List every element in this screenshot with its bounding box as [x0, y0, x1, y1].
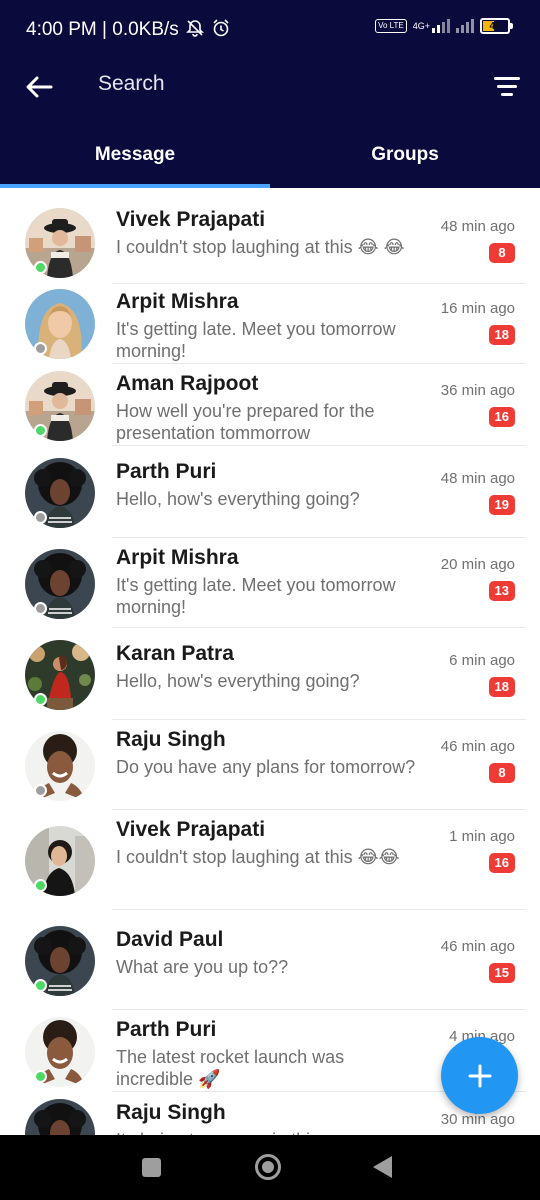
- home-icon[interactable]: [255, 1154, 281, 1180]
- tab-groups[interactable]: Groups: [270, 128, 540, 188]
- unread-badge: 13: [488, 581, 515, 601]
- message-time: 48 min ago: [440, 218, 515, 235]
- tab-message[interactable]: Message: [0, 128, 270, 188]
- conversation-row[interactable]: Arpit Mishra It's getting late. Meet you …: [0, 282, 540, 364]
- contact-name: Arpit Mishra: [116, 290, 239, 313]
- volte-icon: Vo LTE: [375, 19, 407, 33]
- conversation-row[interactable]: David Paul What are you up to?? 46 min ago…: [0, 910, 540, 1010]
- status-time: 4:00 PM | 0.0KB/s: [26, 18, 179, 40]
- contact-name: Vivek Prajapati: [116, 208, 266, 231]
- tab-bar: Message Groups: [0, 128, 540, 188]
- status-bar: 4:00 PM | 0.0KB/s Vo LTE 4G+ 48: [0, 0, 540, 60]
- unread-badge: 15: [488, 963, 515, 983]
- unread-badge: 8: [489, 763, 515, 783]
- contact-name: Parth Puri: [116, 460, 217, 483]
- alarm-clock-icon: [211, 18, 231, 41]
- network-type: 4G+: [412, 21, 430, 31]
- conversation-row[interactable]: Vivek Prajapati I couldn't stop laughing …: [0, 200, 540, 284]
- back-icon[interactable]: [373, 1156, 392, 1178]
- avatar[interactable]: [25, 1099, 95, 1135]
- filter-button[interactable]: [490, 72, 520, 102]
- new-chat-button[interactable]: [441, 1037, 518, 1114]
- message-preview: What are you up to??: [116, 957, 289, 977]
- message-time: 46 min ago: [440, 938, 515, 955]
- unread-badge: 16: [488, 853, 515, 873]
- message-preview: I couldn't stop laughing at this 😂 😂: [116, 237, 405, 257]
- recents-icon[interactable]: [142, 1158, 161, 1177]
- offline-indicator: [34, 602, 47, 615]
- offline-indicator: [34, 784, 47, 797]
- contact-name: Parth Puri: [116, 1018, 217, 1041]
- message-time: 1 min ago: [449, 828, 515, 845]
- message-time: 46 min ago: [440, 738, 515, 755]
- battery-icon: 48: [480, 18, 513, 34]
- contact-name: David Paul: [116, 928, 224, 951]
- signal-icon: [432, 19, 450, 33]
- message-preview: Hello, how's everything going?: [116, 671, 360, 691]
- message-preview: I couldn't stop laughing at this 😂😂: [116, 847, 400, 867]
- conversation-list[interactable]: Vivek Prajapati I couldn't stop laughing …: [0, 200, 540, 1135]
- system-nav-bar: [0, 1135, 540, 1200]
- online-indicator: [34, 1070, 47, 1083]
- signal-2-icon: [456, 19, 474, 33]
- back-button[interactable]: [22, 70, 56, 104]
- message-preview: Do you have any plans for tomorrow?: [116, 757, 416, 777]
- message-preview: It's getting late. Meet you tomorrow mor…: [116, 319, 396, 361]
- message-time: 6 min ago: [449, 652, 515, 669]
- conversation-row[interactable]: Karan Patra Hello, how's everything going…: [0, 628, 540, 720]
- message-preview: How well you're prepared for the present…: [116, 401, 375, 443]
- message-preview: It's getting late. Meet you tomorrow mor…: [116, 575, 396, 617]
- unread-badge: 18: [488, 677, 515, 697]
- battery-level: 48: [489, 20, 501, 32]
- app-bar: Search Message Groups: [0, 60, 540, 188]
- message-time: 36 min ago: [440, 382, 515, 399]
- conversation-row[interactable]: Vivek Prajapati I couldn't stop laughing …: [0, 810, 540, 910]
- contact-name: Raju Singh: [116, 1101, 226, 1124]
- message-time: 16 min ago: [440, 300, 515, 317]
- contact-name: Aman Rajpoot: [116, 372, 259, 395]
- offline-indicator: [34, 511, 47, 524]
- arrow-left-icon: [26, 76, 53, 98]
- unread-badge: 16: [488, 407, 515, 427]
- online-indicator: [34, 979, 47, 992]
- unread-badge: 18: [488, 325, 515, 345]
- unread-badge: 19: [488, 495, 515, 515]
- message-time: 20 min ago: [440, 556, 515, 573]
- online-indicator: [34, 424, 47, 437]
- online-indicator: [34, 693, 47, 706]
- conversation-row[interactable]: Arpit Mishra It's getting late. Meet you …: [0, 538, 540, 628]
- contact-name: Vivek Prajapati: [116, 818, 266, 841]
- search-field[interactable]: Search: [98, 72, 165, 96]
- online-indicator: [34, 879, 47, 892]
- contact-name: Karan Patra: [116, 642, 234, 665]
- conversation-row[interactable]: Aman Rajpoot How well you're prepared for…: [0, 364, 540, 446]
- message-preview: Hello, how's everything going?: [116, 489, 360, 509]
- plus-icon: [468, 1064, 491, 1087]
- alarm-off-icon: [185, 18, 205, 41]
- conversation-row[interactable]: Raju Singh Do you have any plans for tomo…: [0, 720, 540, 810]
- message-preview: The latest rocket launch was incredible …: [116, 1047, 345, 1089]
- online-indicator: [34, 261, 47, 274]
- contact-name: Raju Singh: [116, 728, 226, 751]
- conversation-row[interactable]: Parth Puri Hello, how's everything going?…: [0, 446, 540, 538]
- offline-indicator: [34, 342, 47, 355]
- message-time: 48 min ago: [440, 470, 515, 487]
- unread-badge: 8: [489, 243, 515, 263]
- contact-name: Arpit Mishra: [116, 546, 239, 569]
